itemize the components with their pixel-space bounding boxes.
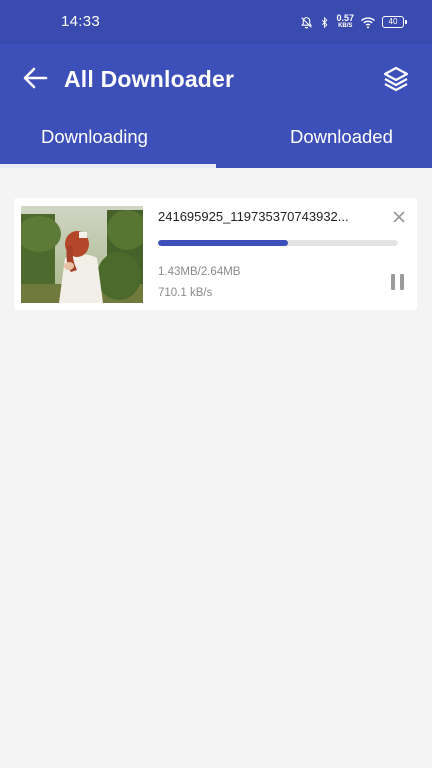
wifi-icon (361, 16, 375, 28)
app-bar: All Downloader Downloading Downloaded (0, 44, 432, 168)
close-icon (393, 211, 405, 223)
cancel-download-button[interactable] (391, 209, 407, 225)
bell-off-icon (301, 16, 313, 28)
battery-icon: 40 (382, 16, 407, 28)
download-progress-fill (158, 240, 289, 246)
network-speed-value: 0.57 (336, 13, 354, 23)
network-speed: 0.57 KB/S (336, 14, 354, 30)
download-item[interactable]: 241695925_119735370743932... 1.43MB/2.64… (14, 198, 417, 310)
layers-icon (383, 66, 409, 92)
clock: 14:33 (61, 13, 101, 30)
page-title: All Downloader (64, 66, 235, 92)
tab-downloading[interactable]: Downloading (41, 126, 148, 148)
arrow-left-icon (23, 67, 48, 89)
download-speed: 710.1 kB/s (158, 287, 213, 299)
layers-button[interactable] (382, 65, 410, 93)
download-size: 1.43MB/2.64MB (158, 266, 241, 278)
download-progress-bar (158, 240, 398, 246)
bluetooth-icon (322, 16, 328, 28)
download-file-name: 241695925_119735370743932... (158, 209, 349, 224)
tab-downloaded[interactable]: Downloaded (290, 126, 393, 148)
pause-icon (391, 274, 395, 290)
network-speed-unit: KB/S (338, 23, 353, 29)
status-icons: 0.57 KB/S 40 (300, 12, 407, 32)
status-bar: 14:33 0.57 KB/S 40 (0, 0, 432, 44)
battery-level: 40 (388, 17, 398, 26)
tab-indicator (0, 164, 216, 168)
pause-button[interactable] (390, 274, 406, 290)
back-button[interactable] (22, 64, 50, 92)
download-thumbnail (21, 206, 143, 303)
